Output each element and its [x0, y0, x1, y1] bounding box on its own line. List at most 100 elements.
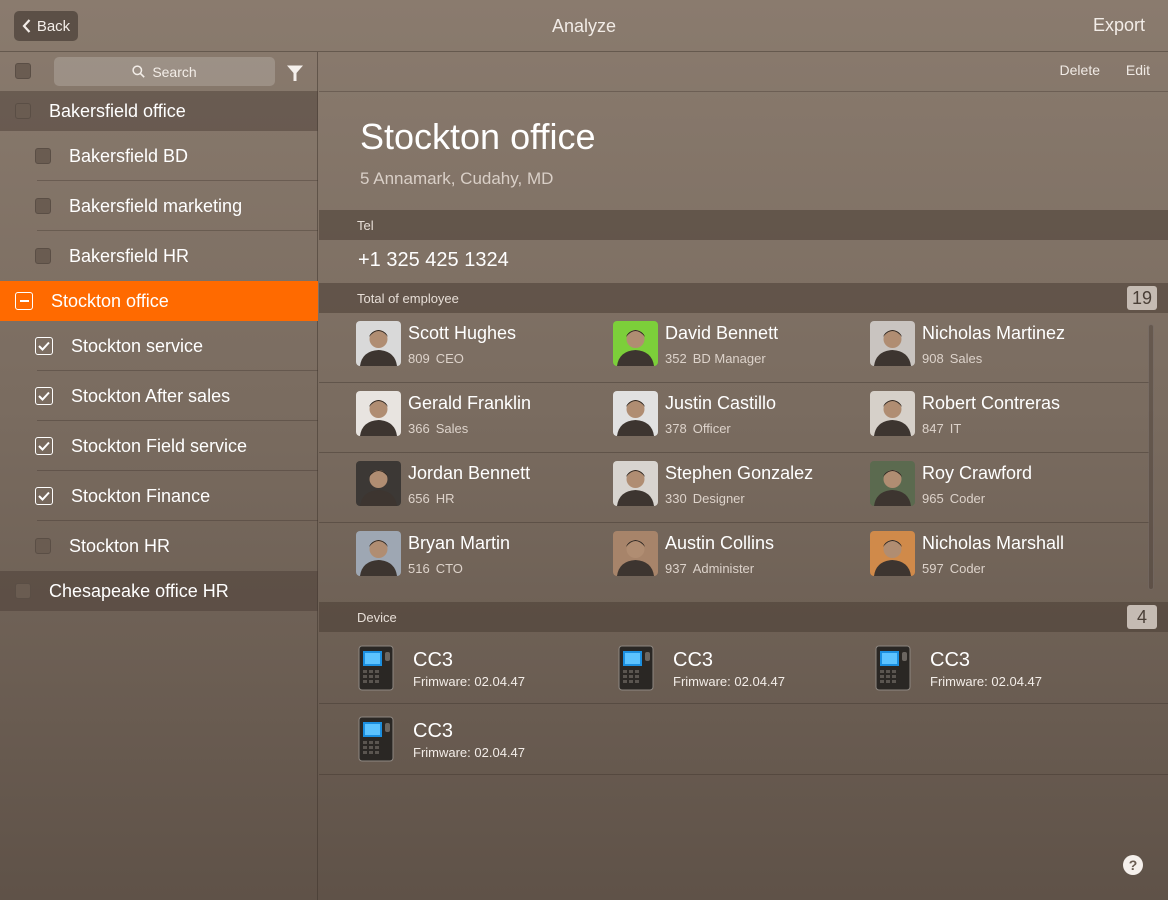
employee-card[interactable]: Austin Collins 937 Administer: [613, 531, 774, 576]
employee-role: Designer: [692, 491, 745, 506]
device-info: CC3 Frimware: 02.04.47: [413, 645, 525, 691]
employee-info: Scott Hughes 809 CEO: [408, 321, 516, 366]
help-icon[interactable]: ?: [1123, 855, 1143, 875]
employee-card[interactable]: Roy Crawford 965 Coder: [870, 461, 1032, 506]
child-checkbox[interactable]: [35, 148, 51, 164]
tree-child-item[interactable]: Stockton After sales: [0, 371, 318, 421]
attendance-terminal-icon: [356, 716, 396, 762]
tree-child-item[interactable]: Bakersfield marketing: [0, 181, 318, 231]
page-title: Analyze: [551, 16, 617, 36]
device-firmware: Frimware: 02.04.47: [413, 745, 525, 760]
tree-group-item[interactable]: Bakersfield office: [0, 91, 318, 131]
employee-role: Coder: [949, 491, 986, 506]
main-panel: Delete Edit Stockton office 5 Annamark, …: [319, 52, 1168, 900]
employee-card[interactable]: Nicholas Martinez 908 Sales: [870, 321, 1065, 366]
checkmark-icon: [38, 341, 50, 351]
tree-child-item[interactable]: Bakersfield BD: [0, 131, 318, 181]
tree-child-item[interactable]: Stockton service: [0, 321, 318, 371]
employee-row: Scott Hughes 809 CEO David Bennett 352 BD Man…: [319, 313, 1149, 383]
attendance-terminal-icon: [356, 645, 396, 691]
search-placeholder: Search: [152, 63, 197, 80]
tree-child-label: Bakersfield BD: [69, 145, 189, 166]
tree-child-item[interactable]: Stockton Finance: [0, 471, 318, 521]
employee-card[interactable]: David Bennett 352 BD Manager: [613, 321, 778, 366]
device-count-badge: 4: [1127, 605, 1157, 629]
employee-meta: 908 Sales: [922, 351, 1065, 366]
device-card[interactable]: CC3 Frimware: 02.04.47: [356, 645, 525, 691]
employee-name: Roy Crawford: [922, 463, 1033, 483]
employee-name: Nicholas Martinez: [922, 323, 1066, 343]
tree-child-label: Stockton service: [71, 335, 204, 356]
attendance-terminal-icon: [616, 645, 656, 691]
employee-info: Nicholas Marshall 597 Coder: [922, 531, 1064, 576]
employee-id: 847: [922, 421, 944, 436]
employee-info: Stephen Gonzalez 330 Designer: [665, 461, 813, 506]
tree-child-item[interactable]: Stockton Field service: [0, 421, 318, 471]
tree-group-item[interactable]: Stockton office: [0, 281, 318, 321]
employee-card[interactable]: Robert Contreras 847 IT: [870, 391, 1060, 436]
employee-card[interactable]: Scott Hughes 809 CEO: [356, 321, 516, 366]
delete-button[interactable]: Delete: [1060, 62, 1100, 78]
employee-scrollbar[interactable]: [1148, 324, 1154, 590]
edit-button[interactable]: Edit: [1126, 62, 1150, 78]
employee-card[interactable]: Nicholas Marshall 597 Coder: [870, 531, 1064, 576]
employee-card[interactable]: Bryan Martin 516 CTO: [356, 531, 510, 576]
group-checkbox[interactable]: [15, 103, 31, 119]
employee-name: David Bennett: [665, 323, 779, 343]
child-checkbox-checked[interactable]: [35, 487, 53, 505]
avatar: [870, 391, 915, 436]
child-checkbox-checked[interactable]: [35, 337, 53, 355]
checkmark-icon: [38, 391, 50, 401]
tree-group-label: Bakersfield office: [49, 100, 186, 121]
device-info: CC3 Frimware: 02.04.47: [930, 645, 1042, 691]
employee-info: Robert Contreras 847 IT: [922, 391, 1060, 436]
device-card[interactable]: CC3 Frimware: 02.04.47: [616, 645, 785, 691]
tree-child-label: Stockton Finance: [71, 485, 211, 506]
checkmark-icon: [38, 491, 50, 501]
avatar: [356, 531, 401, 576]
device-name: CC3: [413, 720, 454, 742]
checkmark-icon: [38, 441, 50, 451]
employee-name: Jordan Bennett: [408, 463, 531, 483]
employee-section-label: Total of employee: [357, 290, 459, 306]
employee-id: 809: [408, 351, 430, 366]
child-checkbox[interactable]: [35, 538, 51, 554]
employee-info: Justin Castillo 378 Officer: [665, 391, 776, 436]
child-checkbox[interactable]: [35, 198, 51, 214]
employee-info: Austin Collins 937 Administer: [665, 531, 774, 576]
avatar: [870, 531, 915, 576]
employee-card[interactable]: Stephen Gonzalez 330 Designer: [613, 461, 813, 506]
employee-name: Justin Castillo: [665, 393, 777, 413]
device-card[interactable]: CC3 Frimware: 02.04.47: [356, 716, 525, 762]
employee-card[interactable]: Gerald Franklin 366 Sales: [356, 391, 531, 436]
employee-info: Bryan Martin 516 CTO: [408, 531, 510, 576]
employee-id: 516: [408, 561, 430, 576]
search-icon: [132, 65, 146, 78]
employee-meta: 352 BD Manager: [665, 351, 778, 366]
employee-info: Roy Crawford 965 Coder: [922, 461, 1032, 506]
employee-section-header: Total of employee 19: [319, 283, 1168, 313]
device-card[interactable]: CC3 Frimware: 02.04.47: [873, 645, 1042, 691]
employee-card[interactable]: Jordan Bennett 656 HR: [356, 461, 530, 506]
tree-child-item[interactable]: Bakersfield HR: [0, 231, 318, 281]
device-info: CC3 Frimware: 02.04.47: [673, 645, 785, 691]
employee-meta: 330 Designer: [665, 491, 813, 506]
group-checkbox-partial[interactable]: [15, 292, 33, 310]
tree-child-item[interactable]: Stockton HR: [0, 521, 318, 571]
child-checkbox-checked[interactable]: [35, 387, 53, 405]
tree-group-item[interactable]: Chesapeake office HR: [0, 571, 318, 611]
export-button[interactable]: Export: [1093, 15, 1145, 36]
office-address: 5 Annamark, Cudahy, MD: [360, 169, 554, 188]
search-input[interactable]: Search: [54, 57, 275, 86]
employee-id: 937: [665, 561, 687, 576]
device-grid: CC3 Frimware: 02.04.47 CC3 Frimware: 02.04.…: [319, 633, 1168, 775]
child-checkbox-checked[interactable]: [35, 437, 53, 455]
employee-meta: 809 CEO: [408, 351, 516, 366]
child-checkbox[interactable]: [35, 248, 51, 264]
filter-icon[interactable]: [286, 64, 304, 82]
employee-card[interactable]: Justin Castillo 378 Officer: [613, 391, 776, 436]
employee-role: Coder: [949, 561, 986, 576]
select-all-checkbox[interactable]: [15, 63, 31, 79]
device-row: CC3 Frimware: 02.04.47: [319, 704, 1168, 775]
group-checkbox[interactable]: [15, 583, 31, 599]
